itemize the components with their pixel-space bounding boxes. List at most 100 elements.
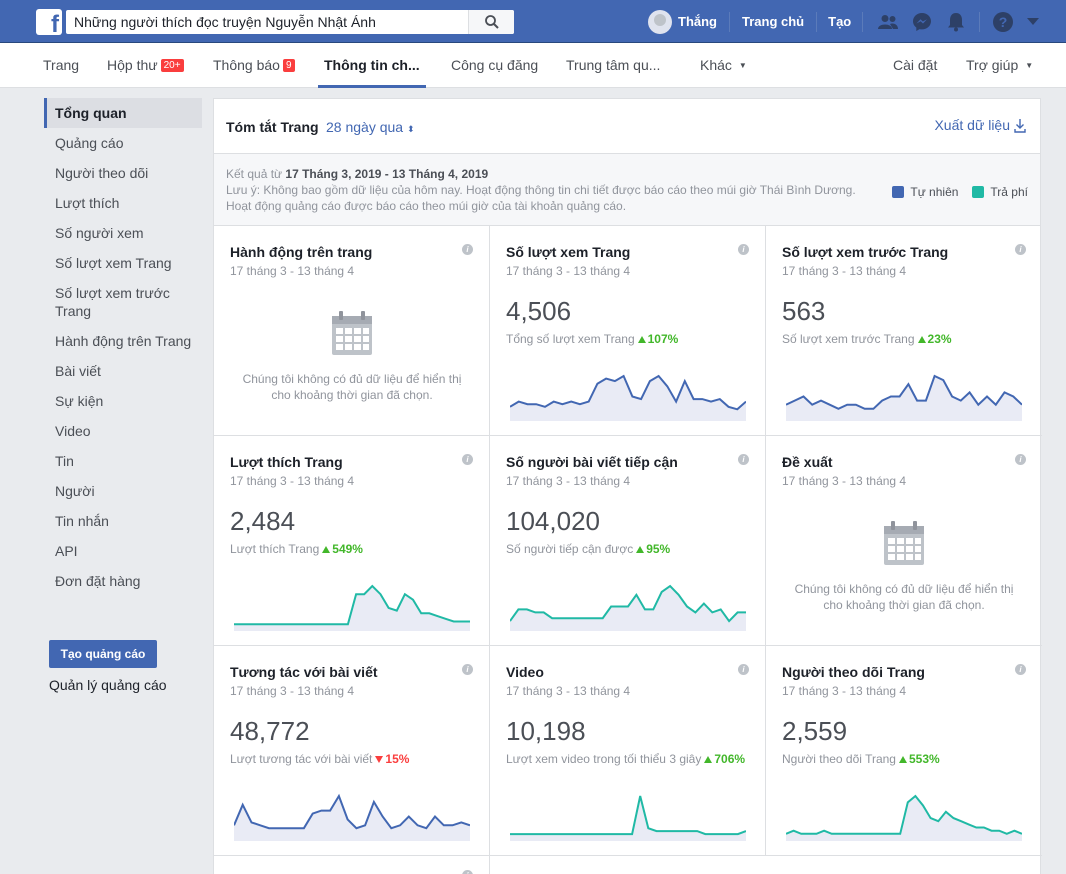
sidebar-item-api[interactable]: API <box>44 536 202 566</box>
card-page-previews[interactable]: Số lượt xem trước Trang 17 tháng 3 - 13 … <box>766 226 1042 436</box>
chart-legend: Tự nhiên Trả phí <box>878 184 1028 200</box>
no-data-line-1: Chúng tôi không có đủ dữ liệu để hiển th… <box>242 372 462 386</box>
tab-help-label: Trợ giúp <box>966 57 1019 73</box>
friends-icon[interactable] <box>871 0 905 43</box>
manage-ads-link[interactable]: Quản lý quảng cáo <box>49 677 167 693</box>
sidebar-item-videos[interactable]: Video <box>44 416 202 446</box>
change-value: 553% <box>908 752 940 766</box>
top-bar: f Thắng Trang chủ Tạo ? <box>0 0 1066 43</box>
tab-notifications[interactable]: Thông báo 9 <box>213 43 295 88</box>
summary-title: Tóm tắt Trang <box>226 119 319 135</box>
card-actions-on-page[interactable]: Hành động trên trang 17 tháng 3 - 13 thá… <box>214 226 490 436</box>
arrow-up-icon <box>917 336 926 343</box>
card-partial[interactable]: i <box>214 856 490 874</box>
sidebar-item-reach[interactable]: Số người xem <box>44 218 202 248</box>
notifications-bell-icon[interactable] <box>939 0 973 43</box>
account-menu-chevron-icon[interactable] <box>1020 0 1046 43</box>
info-icon[interactable]: i <box>462 454 473 465</box>
tab-more[interactable]: Khác ▼ <box>700 43 747 88</box>
legend-label-organic: Tự nhiên <box>910 185 959 199</box>
info-icon[interactable]: i <box>1015 454 1026 465</box>
info-icon[interactable]: i <box>1015 244 1026 255</box>
sparkline-area <box>510 586 746 631</box>
card-videos[interactable]: Video 17 tháng 3 - 13 tháng 4 i 10,198 L… <box>490 646 766 856</box>
sidebar-item-likes[interactable]: Lượt thích <box>44 188 202 218</box>
sidebar-item-overview[interactable]: Tổng quan <box>44 98 202 128</box>
metric-label: Lượt tương tác với bài viết <box>230 752 373 766</box>
card-page-views[interactable]: Số lượt xem Trang 17 tháng 3 - 13 tháng … <box>490 226 766 436</box>
sidebar-item-ads[interactable]: Quảng cáo <box>44 128 202 158</box>
legend-item-paid: Trả phí <box>972 184 1028 200</box>
sidebar-item-followers[interactable]: Người theo dõi <box>44 158 202 188</box>
summary-header: Tóm tắt Trang 28 ngày qua ⬍ Xuất dữ liệu <box>214 99 1040 154</box>
arrow-down-icon <box>375 756 384 763</box>
metric-subtitle: Số lượt xem trước Trang 23% <box>782 332 952 346</box>
tab-page[interactable]: Trang <box>43 43 79 88</box>
help-icon[interactable]: ? <box>986 0 1020 43</box>
sidebar-item-page-views[interactable]: Số lượt xem Trang <box>44 248 202 278</box>
info-icon[interactable]: i <box>462 664 473 675</box>
tab-ad-center[interactable]: Trung tâm qu... <box>566 43 660 88</box>
facebook-logo-icon[interactable]: f <box>36 9 62 37</box>
sparkline-chart <box>510 795 746 841</box>
user-name-link[interactable]: Thắng <box>678 14 717 29</box>
metric-subtitle: Người theo dõi Trang 553% <box>782 752 940 766</box>
info-icon[interactable]: i <box>462 870 473 874</box>
page-nav: Trang Hộp thư 20+ Thông báo 9 Thông tin ch… <box>0 43 1066 88</box>
no-data-message: Chúng tôi không có đủ dữ liệu để hiển th… <box>214 371 490 403</box>
date-range-selector[interactable]: 28 ngày qua ⬍ <box>326 119 415 135</box>
metric-label: Số lượt xem trước Trang <box>782 332 915 346</box>
sidebar-item-orders[interactable]: Đơn đặt hàng <box>44 566 202 596</box>
tab-settings[interactable]: Cài đặt <box>893 43 937 88</box>
sidebar-item-actions-on-page[interactable]: Hành động trên Trang <box>44 326 202 356</box>
sidebar-item-messages[interactable]: Tin nhắn <box>44 506 202 536</box>
messenger-icon[interactable] <box>905 0 939 43</box>
export-data-link[interactable]: Xuất dữ liệu <box>934 117 1026 133</box>
create-ad-button[interactable]: Tạo quảng cáo <box>49 640 157 668</box>
caret-down-icon: ▼ <box>1025 61 1034 70</box>
sidebar-item-stories[interactable]: Tin <box>44 446 202 476</box>
change-badge: 553% <box>898 752 940 766</box>
metric-label: Lượt xem video trong tối thiểu 3 giây <box>506 752 702 766</box>
sidebar-item-page-previews[interactable]: Số lượt xem trước Trang <box>44 278 174 326</box>
create-link[interactable]: Tạo <box>817 0 862 43</box>
card-page-likes[interactable]: Lượt thích Trang 17 tháng 3 - 13 tháng 4… <box>214 436 490 646</box>
sparkline-chart <box>510 584 746 631</box>
note-line-2: Hoạt động quảng cáo được báo cáo theo mú… <box>226 199 627 213</box>
sidebar-item-posts[interactable]: Bài viết <box>44 356 202 386</box>
info-icon[interactable]: i <box>738 454 749 465</box>
card-title: Hành động trên trang <box>230 244 373 260</box>
info-icon[interactable]: i <box>738 664 749 675</box>
change-value: 107% <box>647 332 679 346</box>
card-page-followers[interactable]: Người theo dõi Trang 17 tháng 3 - 13 thá… <box>766 646 1042 856</box>
search-box[interactable] <box>66 10 514 34</box>
avatar[interactable] <box>648 9 672 34</box>
home-link[interactable]: Trang chủ <box>730 0 816 43</box>
legend-item-organic: Tự nhiên <box>892 184 958 200</box>
sparkline-line <box>510 795 746 836</box>
search-button[interactable] <box>468 10 514 34</box>
date-range-label: 28 ngày qua <box>326 119 404 135</box>
tab-inbox[interactable]: Hộp thư 20+ <box>107 43 184 88</box>
sidebar-item-people[interactable]: Người <box>44 476 202 506</box>
card-post-engagement[interactable]: Tương tác với bài viết 17 tháng 3 - 13 t… <box>214 646 490 856</box>
info-icon[interactable]: i <box>462 244 473 255</box>
tab-help[interactable]: Trợ giúp ▼ <box>966 43 1033 88</box>
change-badge: 706% <box>704 752 745 766</box>
tab-insights[interactable]: Thông tin ch... <box>318 43 426 88</box>
card-date: 17 tháng 3 - 13 tháng 4 <box>506 684 631 698</box>
card-post-reach[interactable]: Số người bài viết tiếp cận 17 tháng 3 - … <box>490 436 766 646</box>
info-icon[interactable]: i <box>738 244 749 255</box>
info-icon[interactable]: i <box>1015 664 1026 675</box>
search-input[interactable] <box>66 10 466 34</box>
search-icon <box>484 15 499 29</box>
card-date: 17 tháng 3 - 13 tháng 4 <box>782 684 907 698</box>
sidebar-item-events[interactable]: Sự kiện <box>44 386 202 416</box>
metric-label: Tổng số lượt xem Trang <box>506 332 635 346</box>
metric-value: 4,506 <box>506 296 572 326</box>
card-recommendations[interactable]: Đề xuất 17 tháng 3 - 13 tháng 4 i Chúng … <box>766 436 1042 646</box>
notifications-count-badge: 9 <box>282 59 295 72</box>
arrow-up-icon <box>322 546 331 553</box>
metric-label: Người theo dõi Trang <box>782 752 896 766</box>
tab-publishing-tools[interactable]: Công cụ đăng <box>451 43 538 88</box>
